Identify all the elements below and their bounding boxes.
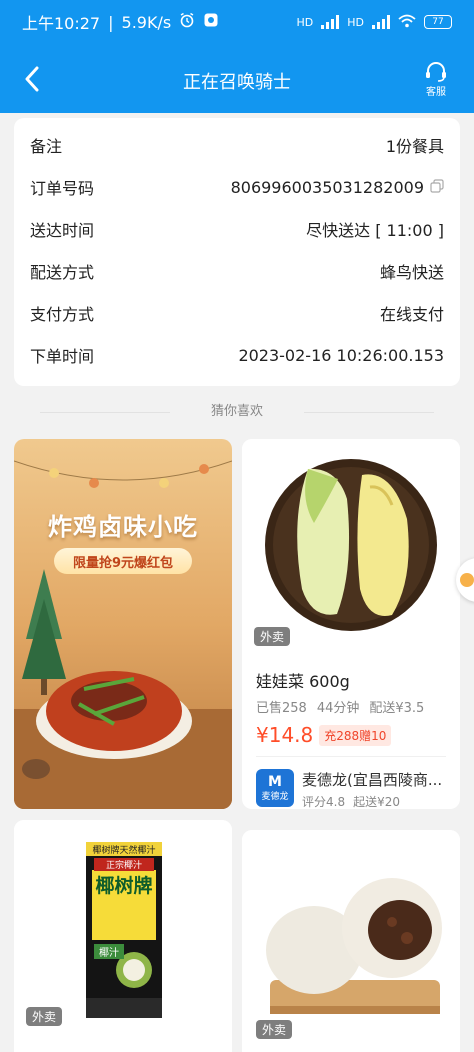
product-card[interactable]: 外卖 zuanke8.com [242,830,460,1052]
copy-icon[interactable] [430,178,444,197]
floating-dot-icon [460,573,474,587]
store-rating: 评分4.8 [302,795,346,809]
drink-brand: 椰树牌 [95,875,153,897]
order-info-card: 备注 1份餐具 订单号码 8069960035031282009 送达时间 尽快… [14,118,460,386]
info-label: 送达时间 [30,221,95,240]
battery-icon: 77 [424,15,452,29]
divider [256,756,446,757]
cabbage-image [242,439,460,649]
status-bar: 上午10:27 | 5.9K/s HD HD 77 [0,0,474,44]
banner-coupon-pill: 限量抢9元爆红包 [54,548,192,574]
info-value: 在线支付 [379,305,444,324]
promo-badge: 充288赠10 [319,724,392,746]
top-bar: 上午10:27 | 5.9K/s HD HD 77 正在召唤骑士 客服 [0,0,474,113]
delivery-tag: 外卖 [256,1020,293,1039]
info-value: 2023-02-16 10:26:00.153 [238,345,444,365]
product-meta: 已售258 44分钟 配送¥3.5 [256,697,446,716]
recommend-title: 猜你喜欢 [210,404,263,419]
nav-bar: 正在召唤骑士 客服 [0,50,474,110]
info-label: 下单时间 [30,347,95,366]
store-min-order: 起送¥20 [353,795,400,809]
info-row-order-time: 下单时间 2023-02-16 10:26:00.153 [30,340,444,370]
info-value: 1份餐具 [385,137,444,156]
store-meta: 评分4.8 起送¥20 [302,793,400,809]
info-row-order-number: 订单号码 8069960035031282009 [30,172,444,202]
network-label-2: HD [347,15,364,29]
info-value: 尽快送达 [ 11:00 ] [306,221,444,240]
customer-service-label: 客服 [426,87,446,98]
status-left: 上午10:27 | 5.9K/s [22,10,219,34]
network-label-1: HD [296,15,314,29]
divider-line [304,412,434,413]
info-row-note: 备注 1份餐具 [30,130,444,160]
status-separator: | [108,12,114,32]
watermark: zuanke8.com [376,1039,450,1052]
drink-sub-label: 椰汁 [94,944,124,959]
store-logo: M 麦德龙 [256,769,294,807]
info-value: 蜂鸟快送 [379,263,444,282]
info-row-delivery-method: 配送方式 蜂鸟快送 [30,256,444,286]
delivery-tag: 外卖 [26,1007,63,1026]
drink-badge: 正宗椰汁 [94,858,154,871]
headset-icon [426,62,446,82]
info-label: 订单号码 [30,179,95,198]
page-title: 正在召唤骑士 [183,72,291,93]
delivery-tag: 外卖 [254,627,291,646]
order-number-value: 8069960035031282009 [231,178,444,197]
info-label: 支付方式 [30,305,95,324]
status-right: HD HD 77 [296,14,452,31]
info-value: 8069960035031282009 [230,177,424,197]
product-card[interactable]: 外卖 娃娃菜 600g 已售258 44分钟 配送¥3.5 ¥14.8 充288… [242,439,460,809]
customer-service-button[interactable]: 客服 [418,62,454,98]
store-logo-mark: M [268,773,282,790]
alarm-icon [179,12,195,32]
product-card[interactable]: 椰树牌天然椰汁 正宗椰汁 椰树牌 椰汁 外卖 [14,820,232,1052]
banner-headline: 炸鸡卤味小吃 [48,513,198,541]
promo-banner[interactable]: 炸鸡卤味小吃 限量抢9元爆红包 [14,439,232,809]
signal-icon [321,15,340,29]
app-notification-icon [203,12,219,32]
price-row: ¥14.8 充288赠10 [256,723,392,747]
status-speed: 5.9K/s [121,12,172,32]
signal-icon-2 [372,15,390,29]
info-label: 配送方式 [30,263,95,282]
status-time: 上午10:27 [22,14,101,33]
product-price: ¥14.8 [256,723,314,747]
store-logo-text: 麦德龙 [261,791,289,802]
info-row-delivery-time: 送达时间 尽快送达 [ 11:00 ] [30,214,444,244]
product-name: 娃娃菜 600g [256,672,350,691]
store-name: 麦德龙(宜昌西陵商... [302,771,443,789]
info-label: 备注 [30,137,63,156]
wifi-icon [398,14,416,31]
banner-illustration [14,439,232,809]
drink-top-label: 椰树牌天然椰汁 [92,846,156,856]
info-row-payment-method: 支付方式 在线支付 [30,298,444,328]
steamed-bun-image [242,830,460,1052]
delivery-time: 44分钟 [316,701,360,716]
delivery-fee: 配送¥3.5 [369,701,425,716]
sold-count: 已售258 [256,701,307,716]
